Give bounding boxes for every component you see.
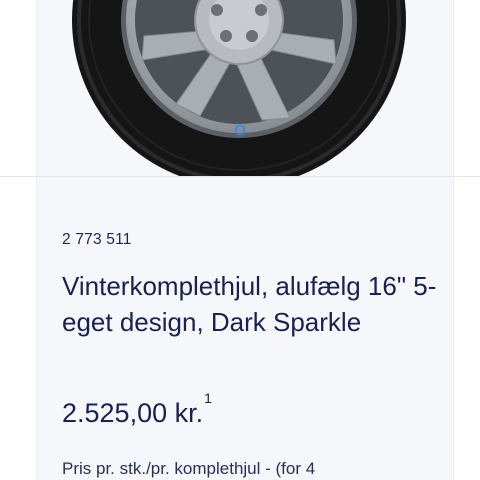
price-footnote[interactable]: 1 xyxy=(204,390,212,406)
wheel-image[interactable] xyxy=(37,0,453,176)
image-divider xyxy=(0,176,480,177)
article-number: 2 773 511 xyxy=(62,231,132,248)
price: 2.525,00 kr. xyxy=(62,398,204,428)
price-row: 2.525,00 kr.1 xyxy=(62,390,212,429)
product-title: Vinterkomplethjul, alufælg 16" 5-eget de… xyxy=(62,271,437,337)
price-note: Pris pr. stk./pr. komplethjul - (for 4 xyxy=(62,459,316,478)
